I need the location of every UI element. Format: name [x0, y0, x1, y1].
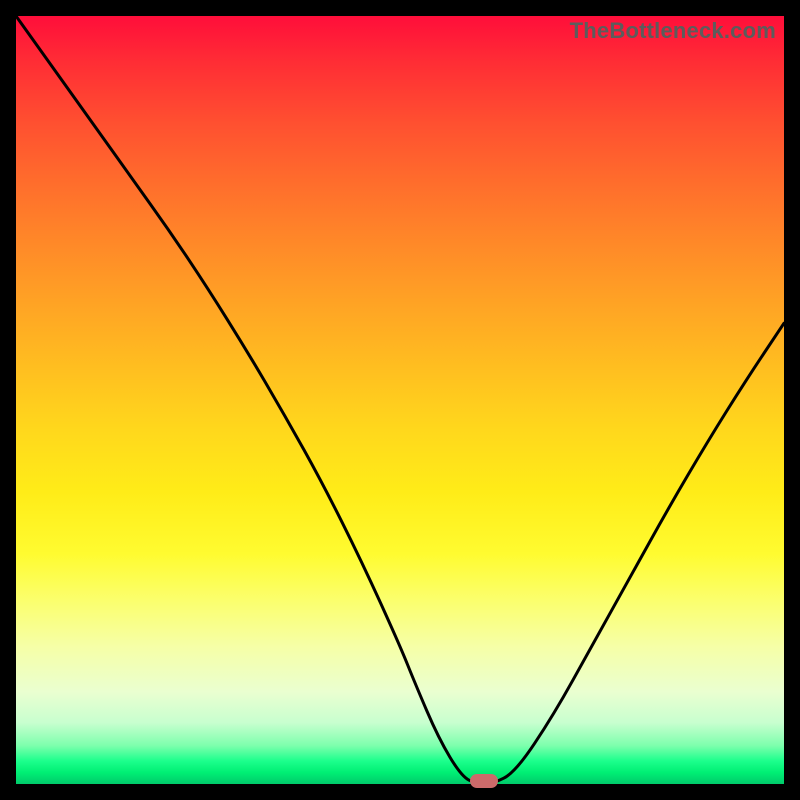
bottleneck-curve — [16, 16, 784, 784]
optimal-point-marker — [470, 774, 498, 788]
chart-frame: TheBottleneck.com — [0, 0, 800, 800]
chart-plot-area: TheBottleneck.com — [16, 16, 784, 784]
